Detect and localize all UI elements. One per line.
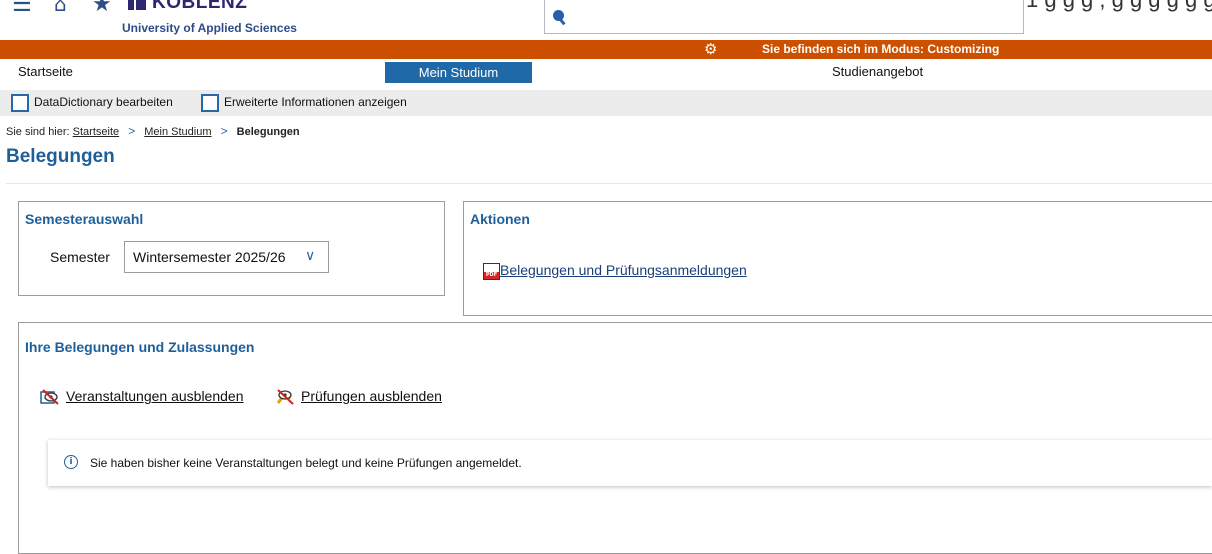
chevron-down-icon: ∨ bbox=[305, 248, 316, 264]
enrollments-panel bbox=[18, 322, 1212, 554]
actions-panel-title: Aktionen bbox=[470, 211, 530, 227]
options-bar: DataDictionary bearbeiten Erweiterte Inf… bbox=[0, 90, 1212, 116]
datadictionary-checkbox[interactable] bbox=[11, 94, 29, 112]
semester-label: Semester bbox=[50, 249, 110, 265]
nav-item-startseite[interactable]: Startseite bbox=[18, 64, 73, 79]
extended-info-label: Erweiterte Informationen anzeigen bbox=[224, 95, 407, 109]
overflow-text: 1 g g g , g g g g g g bbox=[1026, 0, 1212, 13]
hide-courses-icon bbox=[40, 389, 59, 405]
enrollments-panel-title: Ihre Belegungen und Zulassungen bbox=[25, 339, 255, 355]
menu-icon[interactable]: ☰ bbox=[12, 0, 32, 17]
logo-mark bbox=[128, 0, 146, 10]
gear-icon[interactable]: ⚙ bbox=[704, 42, 717, 57]
info-icon: i bbox=[64, 455, 78, 469]
breadcrumb: Sie sind hier: Startseite > Mein Studium… bbox=[6, 124, 300, 138]
star-icon[interactable]: ★ bbox=[92, 0, 112, 17]
hide-exams-link[interactable]: Prüfungen ausblenden bbox=[301, 388, 442, 404]
nav-item-mein-studium[interactable]: Mein Studium bbox=[385, 62, 532, 83]
enrollments-pdf-link[interactable]: Belegungen und Prüfungsanmeldungen bbox=[500, 262, 747, 278]
chevron-right-icon: > bbox=[220, 124, 228, 138]
mode-text: Sie befinden sich im Modus: Customizing bbox=[762, 42, 1000, 56]
datadictionary-label: DataDictionary bearbeiten bbox=[34, 95, 173, 109]
breadcrumb-mein-studium[interactable]: Mein Studium bbox=[144, 126, 211, 138]
semester-select[interactable]: Wintersemester 2025/26 ∨ bbox=[124, 241, 329, 273]
pdf-badge: PDF bbox=[484, 272, 499, 279]
hide-exams-icon bbox=[276, 389, 294, 405]
page-title: Belegungen bbox=[6, 146, 115, 167]
breadcrumb-startseite[interactable]: Startseite bbox=[73, 126, 119, 138]
mode-bar: ⚙ Sie befinden sich im Modus: Customizin… bbox=[0, 40, 1212, 59]
semester-panel-title: Semesterauswahl bbox=[25, 211, 144, 227]
search-icon bbox=[553, 10, 564, 21]
pdf-icon: PDF bbox=[483, 263, 500, 280]
chevron-right-icon: > bbox=[128, 124, 136, 138]
extended-info-checkbox[interactable] bbox=[201, 94, 219, 112]
top-header: ☰ ⌂ ★ KOBLENZ University of Applied Scie… bbox=[0, 0, 1212, 40]
divider bbox=[6, 183, 1212, 184]
nav-item-studienangebot[interactable]: Studienangebot bbox=[832, 64, 923, 79]
home-icon[interactable]: ⌂ bbox=[54, 0, 67, 16]
main-nav: Startseite Mein Studium Studienangebot bbox=[0, 62, 1212, 84]
semester-select-value: Wintersemester 2025/26 bbox=[133, 249, 286, 265]
info-message-box: i Sie haben bisher keine Veranstaltungen… bbox=[48, 440, 1212, 486]
logo-subtitle: University of Applied Sciences bbox=[122, 21, 297, 35]
info-message: Sie haben bisher keine Veranstaltungen b… bbox=[90, 456, 522, 470]
logo-text: KOBLENZ bbox=[152, 0, 248, 13]
search-input[interactable] bbox=[544, 0, 1024, 34]
actions-panel bbox=[463, 201, 1212, 316]
breadcrumb-current: Belegungen bbox=[236, 126, 300, 138]
breadcrumb-prefix: Sie sind hier: bbox=[6, 126, 70, 138]
hide-courses-link[interactable]: Veranstaltungen ausblenden bbox=[66, 388, 243, 404]
